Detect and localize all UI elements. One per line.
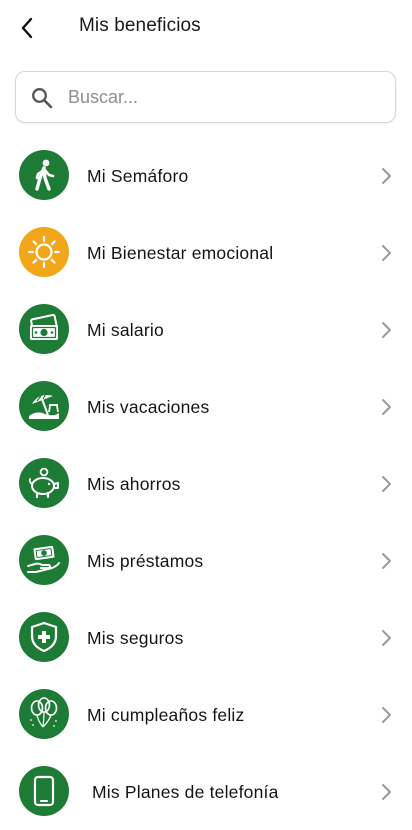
- shield-plus-icon: [19, 612, 69, 662]
- chevron-right-icon: [382, 707, 391, 723]
- list-item-telefonia[interactable]: Mis Planes de telefonía: [0, 753, 412, 830]
- list-item-semaforo[interactable]: Mi Semáforo: [0, 137, 412, 214]
- search-icon: [32, 88, 53, 109]
- piggy-bank-icon: [19, 458, 69, 508]
- walking-person-icon: [19, 150, 69, 200]
- chevron-right-icon: [382, 784, 391, 800]
- beach-umbrella-icon: [19, 381, 69, 431]
- list-item-seguros[interactable]: Mis seguros: [0, 599, 412, 676]
- list-item-label: Mis ahorros: [87, 474, 181, 494]
- chevron-right-icon: [382, 245, 391, 261]
- list-item-label: Mis préstamos: [87, 551, 204, 571]
- list-item-ahorros[interactable]: Mis ahorros: [0, 445, 412, 522]
- list-item-bienestar[interactable]: Mi Bienestar emocional: [0, 214, 412, 291]
- back-button[interactable]: [14, 14, 40, 42]
- chevron-right-icon: [382, 168, 391, 184]
- page-title: Mis beneficios: [79, 15, 201, 36]
- chevron-right-icon: [382, 399, 391, 415]
- list-item-label: Mi Semáforo: [87, 166, 189, 186]
- chevron-right-icon: [382, 476, 391, 492]
- phone-icon: [19, 766, 69, 816]
- list-item-salario[interactable]: Mi salario: [0, 291, 412, 368]
- list-item-label: Mi salario: [87, 320, 164, 340]
- chevron-right-icon: [382, 322, 391, 338]
- list-item-cumpleanos[interactable]: Mi cumpleaños feliz: [0, 676, 412, 753]
- list-item-prestamos[interactable]: Mis préstamos: [0, 522, 412, 599]
- list-item-label: Mis vacaciones: [87, 397, 210, 417]
- balloons-icon: [19, 689, 69, 739]
- app-header: Mis beneficios: [0, 0, 412, 56]
- sun-icon: [19, 227, 69, 277]
- list-item-label: Mi cumpleaños feliz: [87, 705, 245, 725]
- money-bills-icon: [19, 304, 69, 354]
- benefits-list: Mi Semáforo Mi Bienestar emocional Mi sa…: [0, 137, 412, 830]
- list-item-label: Mis seguros: [87, 628, 184, 648]
- hand-money-icon: [19, 535, 69, 585]
- chevron-right-icon: [382, 553, 391, 569]
- search-input[interactable]: [68, 80, 378, 114]
- chevron-right-icon: [382, 630, 391, 646]
- search-bar[interactable]: [15, 71, 396, 123]
- list-item-vacaciones[interactable]: Mis vacaciones: [0, 368, 412, 445]
- arrow-left-icon: [21, 17, 33, 39]
- list-item-label: Mi Bienestar emocional: [87, 243, 274, 263]
